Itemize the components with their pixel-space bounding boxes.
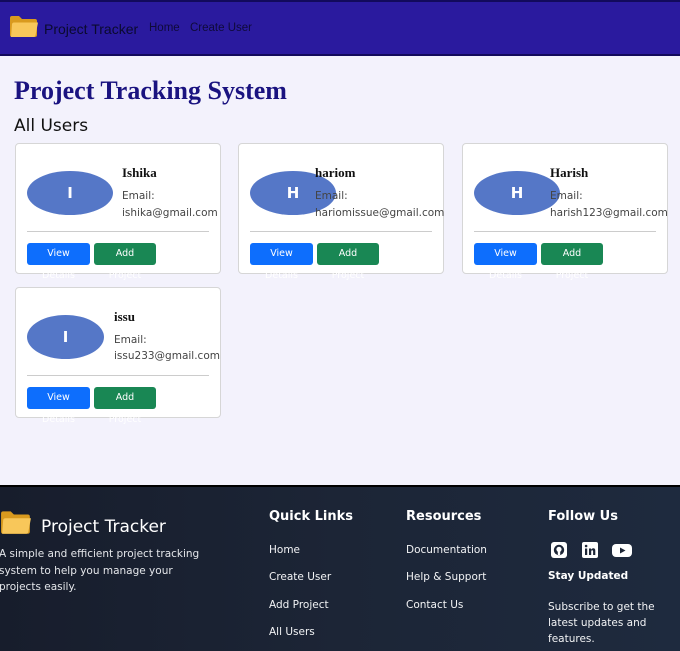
nav-link-home[interactable]: Home <box>149 22 180 34</box>
add-project-button[interactable]: Add Project <box>317 243 379 281</box>
user-card: I Ishika Email: ishika@gmail.com View De… <box>15 143 221 281</box>
add-project-button[interactable]: Add Project <box>94 243 156 281</box>
youtube-icon[interactable] <box>611 541 633 559</box>
footer-link-home[interactable]: Home <box>269 544 300 556</box>
avatar: I <box>27 315 104 359</box>
card-divider <box>27 231 209 232</box>
footer-link-add-project[interactable]: Add Project <box>269 599 329 611</box>
email-value: ishika@gmail.com <box>122 207 218 219</box>
footer: Project Tracker A simple and efficient p… <box>0 485 680 651</box>
folder-icon <box>9 14 39 38</box>
card-divider <box>474 231 656 232</box>
footer-link-documentation[interactable]: Documentation <box>406 544 487 556</box>
view-details-button[interactable]: View Details <box>27 387 90 425</box>
subscribe-text: Subscribe to get the latest updates and … <box>548 601 655 645</box>
add-project-button[interactable]: Add Project <box>94 387 156 425</box>
email-label: Email: <box>122 190 155 202</box>
page-title: Project Tracking System <box>14 76 287 105</box>
card-divider <box>27 375 209 376</box>
view-details-button[interactable]: View Details <box>250 243 313 281</box>
email-label: Email: <box>114 334 147 346</box>
email-value: hariomissue@gmail.com <box>315 207 445 219</box>
avatar: H <box>474 171 560 215</box>
email-label: Email: <box>550 190 583 202</box>
nav-link-create-user[interactable]: Create User <box>190 22 252 34</box>
view-details-button[interactable]: View Details <box>27 243 90 281</box>
footer-description: A simple and efficient project tracking … <box>0 548 200 593</box>
footer-link-help-support[interactable]: Help & Support <box>406 571 486 583</box>
view-details-button[interactable]: View Details <box>474 243 537 281</box>
add-project-button[interactable]: Add Project <box>541 243 603 281</box>
linkedin-icon[interactable] <box>581 541 599 559</box>
follow-us-heading: Follow Us <box>548 509 618 524</box>
email-value: issu233@gmail.com <box>114 350 220 362</box>
stay-updated-label: Stay Updated <box>548 570 629 582</box>
folder-icon <box>0 509 32 540</box>
footer-link-contact-us[interactable]: Contact Us <box>406 599 463 611</box>
footer-link-create-user[interactable]: Create User <box>269 571 331 583</box>
footer-brand: Project Tracker <box>0 509 166 540</box>
user-name: Harish <box>550 165 589 180</box>
avatar: I <box>27 171 113 215</box>
github-icon[interactable] <box>550 541 568 559</box>
quick-links-heading: Quick Links <box>269 509 354 524</box>
navbar-brand[interactable]: Project Tracker <box>9 14 138 38</box>
email-label: Email: <box>315 190 348 202</box>
email-value: harish123@gmail.com <box>550 207 668 219</box>
brand-name: Project Tracker <box>44 21 139 37</box>
user-card: I issu Email: issu233@gmail.com View Det… <box>15 287 221 425</box>
user-card: H Harish Email: harish123@gmail.com View… <box>462 143 668 281</box>
user-card: H hariom Email: hariomissue@gmail.com Vi… <box>238 143 445 281</box>
card-divider <box>250 231 432 232</box>
user-name: issu <box>114 309 135 324</box>
footer-link-all-users[interactable]: All Users <box>269 626 315 638</box>
navbar: Project Tracker Home Create User <box>0 0 680 56</box>
user-name: hariom <box>315 165 356 180</box>
resources-heading: Resources <box>406 509 482 524</box>
user-name: Ishika <box>122 165 157 180</box>
footer-brand-name: Project Tracker <box>41 516 166 537</box>
section-title: All Users <box>14 116 89 136</box>
